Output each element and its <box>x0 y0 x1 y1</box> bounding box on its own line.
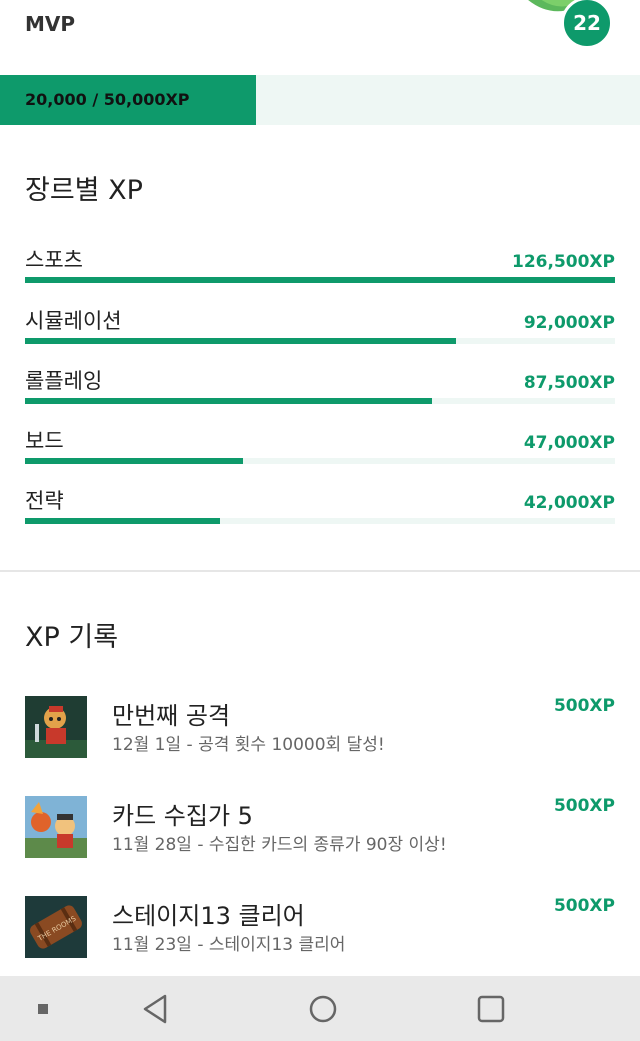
genre-name: 시뮬레이션 <box>25 309 122 333</box>
rank-label: MVP <box>25 12 76 36</box>
genre-xp: 42,000XP <box>523 493 615 513</box>
genre-progress-fill <box>25 338 456 344</box>
genre-row: 보드 47,000XP <box>25 425 615 465</box>
section-divider <box>0 570 640 572</box>
genre-row: 시뮬레이션 92,000XP <box>25 305 615 345</box>
genre-progress-fill <box>25 398 433 404</box>
record-xp: 500XP <box>553 796 615 816</box>
record-xp: 500XP <box>553 696 615 716</box>
genre-name: 보드 <box>25 429 64 453</box>
xp-progress-text: 20,000 / 50,000XP <box>25 90 190 109</box>
genre-xp-title: 장르별 XP <box>25 175 143 206</box>
list-item[interactable]: 카드 수집가 5 11월 28일 - 수집한 카드의 종류가 90장 이상! 5… <box>25 796 615 860</box>
genre-name: 전략 <box>25 489 64 513</box>
record-description: 12월 1일 - 공격 횟수 10000회 달성! <box>112 735 385 755</box>
genre-progress-track <box>25 338 615 344</box>
xp-history-title: XP 기록 <box>25 622 119 653</box>
genre-progress-track <box>25 518 615 524</box>
genre-row: 롤플레잉 87,500XP <box>25 365 615 405</box>
record-title: 만번째 공격 <box>112 702 231 730</box>
list-item[interactable]: THE ROOMS 스테이지13 클리어 11월 23일 - 스테이지13 클리… <box>25 896 615 960</box>
xp-progress-bar: 20,000 / 50,000XP <box>0 75 640 125</box>
recents-icon[interactable] <box>466 976 516 1041</box>
record-description: 11월 23일 - 스테이지13 클리어 <box>112 935 346 955</box>
genre-progress-fill <box>25 458 244 464</box>
genre-progress-track <box>25 458 615 464</box>
genre-xp: 92,000XP <box>523 313 615 333</box>
barrel-game-icon: THE ROOMS <box>25 896 87 958</box>
profile-header: MVP 22 <box>0 0 640 75</box>
dragon-game-icon <box>25 796 87 858</box>
record-title: 카드 수집가 5 <box>112 802 253 830</box>
back-icon[interactable] <box>130 976 180 1041</box>
genre-progress-fill <box>25 518 220 524</box>
record-description: 11월 28일 - 수집한 카드의 종류가 90장 이상! <box>112 835 447 855</box>
record-xp: 500XP <box>553 896 615 916</box>
record-title: 스테이지13 클리어 <box>112 902 305 930</box>
genre-xp: 87,500XP <box>523 373 615 393</box>
genre-progress-track <box>25 398 615 404</box>
genre-progress-fill <box>25 277 615 283</box>
system-navigation-bar <box>0 976 640 1041</box>
warrior-game-icon <box>25 696 87 758</box>
genre-row: 전략 42,000XP <box>25 485 615 525</box>
dot-icon[interactable] <box>28 976 58 1041</box>
genre-row: 스포츠 126,500XP <box>25 244 615 284</box>
list-item[interactable]: 만번째 공격 12월 1일 - 공격 횟수 10000회 달성! 500XP <box>25 696 615 760</box>
genre-name: 롤플레잉 <box>25 369 103 393</box>
genre-xp: 47,000XP <box>523 433 615 453</box>
home-icon[interactable] <box>298 976 348 1041</box>
genre-xp: 126,500XP <box>512 252 615 272</box>
genre-name: 스포츠 <box>25 248 83 272</box>
genre-progress-track <box>25 277 615 283</box>
level-badge: 22 <box>561 0 613 49</box>
